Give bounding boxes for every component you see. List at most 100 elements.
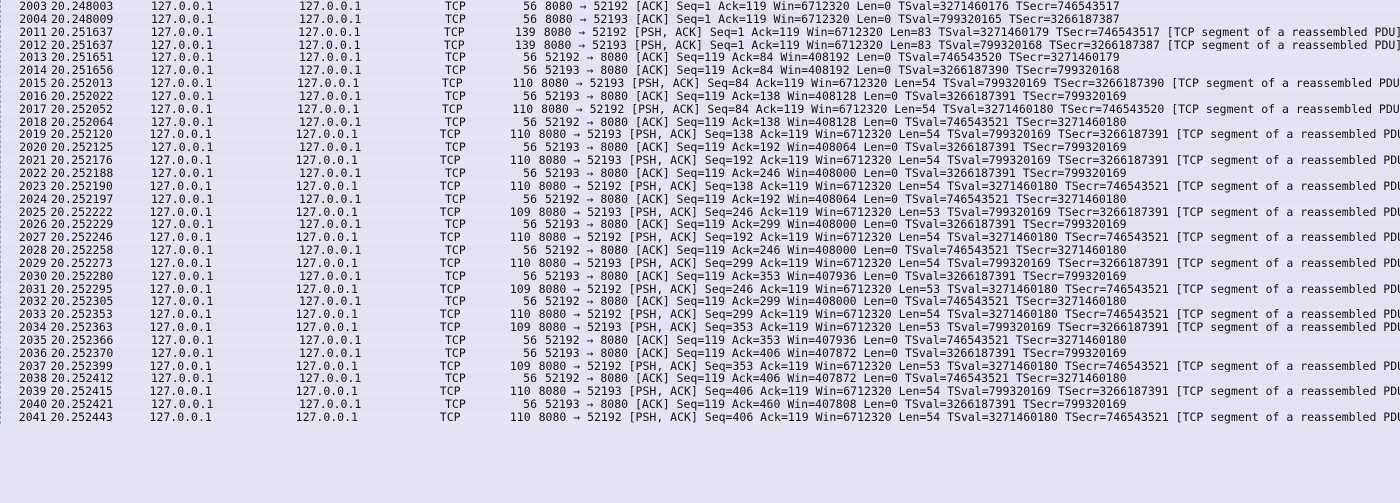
packet-info: 52192 → 8080 [ACK] Seq=119 Ack=84 Win=40…	[541, 51, 1400, 64]
table-row[interactable]: 200420.248009127.0.0.1127.0.0.1TCP568080…	[1, 13, 1400, 26]
table-row[interactable]: 200320.248003127.0.0.1127.0.0.1TCP568080…	[1, 0, 1400, 13]
packet-destination: 127.0.0.1	[299, 13, 445, 26]
packet-time: 20.252258	[51, 244, 127, 257]
packet-destination: 127.0.0.1	[299, 334, 445, 347]
packet-info: 52193 → 8080 [ACK] Seq=119 Ack=353 Win=4…	[541, 270, 1400, 283]
packet-time: 20.252443	[50, 411, 125, 424]
packet-info: 8080 → 52192 [PSH, ACK] Seq=84 Ack=119 W…	[537, 103, 1400, 116]
packet-protocol: TCP	[440, 321, 493, 334]
table-row[interactable]: 201720.252052127.0.0.1127.0.0.1TCP110808…	[1, 103, 1400, 116]
packet-source: 127.0.0.1	[127, 270, 299, 283]
packet-info: 8080 → 52193 [PSH, ACK] Seq=406 Ack=119 …	[535, 385, 1400, 398]
table-row[interactable]: 202420.252197127.0.0.1127.0.0.1TCP565219…	[1, 193, 1400, 206]
packet-source: 127.0.0.1	[127, 193, 299, 206]
packet-info: 8080 → 52193 [PSH, ACK] Seq=138 Ack=119 …	[535, 128, 1400, 141]
packet-length: 56	[499, 334, 541, 347]
table-row[interactable]: 203020.252280127.0.0.1127.0.0.1TCP565219…	[1, 270, 1400, 283]
packet-no: 2015	[5, 77, 51, 90]
packet-length: 110	[493, 411, 535, 424]
packet-no: 2034	[5, 321, 50, 334]
packet-destination: 127.0.0.1	[299, 90, 445, 103]
packet-protocol: TCP	[445, 270, 499, 283]
packet-no: 2036	[5, 347, 51, 360]
packet-info: 8080 → 52193 [PSH, ACK] Seq=299 Ack=119 …	[535, 257, 1400, 270]
packet-time: 20.252052	[51, 103, 126, 116]
packet-info: 8080 → 52192 [ACK] Seq=1 Ack=119 Win=671…	[541, 0, 1400, 13]
packet-source: 127.0.0.1	[126, 411, 296, 424]
packet-protocol: TCP	[444, 26, 498, 39]
packet-destination: 127.0.0.1	[296, 257, 440, 270]
packet-no: 2017	[5, 103, 51, 116]
packet-no: 2023	[5, 180, 50, 193]
packet-info: 8080 → 52193 [PSH, ACK] Seq=353 Ack=119 …	[535, 321, 1400, 334]
packet-info: 52193 → 8080 [ACK] Seq=119 Ack=406 Win=4…	[541, 347, 1400, 360]
packet-no: 2022	[5, 167, 51, 180]
packet-destination: 127.0.0.1	[296, 180, 440, 193]
packet-time: 20.248009	[51, 13, 127, 26]
packet-info: 8080 → 52192 [PSH, ACK] Seq=192 Ack=119 …	[535, 231, 1400, 244]
packet-info: 8080 → 52192 [PSH, ACK] Seq=246 Ack=119 …	[535, 283, 1400, 296]
packet-info: 8080 → 52192 [PSH, ACK] Seq=353 Ack=119 …	[535, 360, 1400, 373]
packet-destination: 127.0.0.1	[299, 167, 445, 180]
packet-destination: 127.0.0.1	[296, 321, 440, 334]
packet-destination: 127.0.0.1	[299, 193, 445, 206]
packet-info: 52192 → 8080 [ACK] Seq=119 Ack=192 Win=4…	[541, 193, 1400, 206]
packet-no: 2041	[5, 411, 50, 424]
packet-info: 8080 → 52193 [PSH, ACK] Seq=1 Ack=119 Wi…	[540, 39, 1400, 52]
table-row[interactable]: 203420.252363127.0.0.1127.0.0.1TCP109808…	[1, 321, 1400, 334]
packet-protocol: TCP	[440, 180, 493, 193]
packet-time: 20.248003	[51, 0, 127, 13]
packet-no: 2035	[5, 334, 51, 347]
packet-protocol: TCP	[445, 0, 499, 13]
packet-list[interactable]: 200320.248003127.0.0.1127.0.0.1TCP568080…	[0, 0, 1400, 424]
packet-length: 139	[498, 26, 540, 39]
packet-source: 127.0.0.1	[126, 257, 296, 270]
packet-no: 2029	[5, 257, 50, 270]
packet-length: 109	[493, 321, 535, 334]
packet-length: 56	[499, 270, 541, 283]
packet-time: 20.252366	[51, 334, 127, 347]
packet-time: 20.252013	[51, 77, 126, 90]
packet-length: 56	[499, 90, 541, 103]
packet-info: 8080 → 52192 [PSH, ACK] Seq=406 Ack=119 …	[535, 411, 1400, 424]
packet-protocol: TCP	[445, 167, 499, 180]
packet-protocol: TCP	[442, 77, 496, 90]
packet-info: 52193 → 8080 [ACK] Seq=119 Ack=192 Win=4…	[541, 141, 1400, 154]
packet-source: 127.0.0.1	[127, 347, 299, 360]
table-row[interactable]: 203620.252370127.0.0.1127.0.0.1TCP565219…	[1, 347, 1400, 360]
packet-time: 20.252190	[50, 180, 125, 193]
table-row[interactable]: 202820.252258127.0.0.1127.0.0.1TCP565219…	[1, 244, 1400, 257]
packet-protocol: TCP	[440, 411, 493, 424]
packet-time: 20.252363	[50, 321, 125, 334]
packet-protocol: TCP	[445, 334, 499, 347]
packet-destination: 127.0.0.1	[299, 270, 445, 283]
packet-length: 56	[499, 167, 541, 180]
packet-info: 52192 → 8080 [ACK] Seq=119 Ack=406 Win=4…	[541, 372, 1400, 385]
packet-protocol: TCP	[445, 90, 499, 103]
packet-info: 52192 → 8080 [ACK] Seq=119 Ack=138 Win=4…	[541, 116, 1400, 129]
table-row[interactable]: 201620.252022127.0.0.1127.0.0.1TCP565219…	[1, 90, 1400, 103]
table-row[interactable]: 201120.251637127.0.0.1127.0.0.1TCP139808…	[1, 26, 1400, 39]
packet-source: 127.0.0.1	[127, 90, 299, 103]
packet-no: 2003	[5, 0, 51, 13]
table-row[interactable]: 202920.252273127.0.0.1127.0.0.1TCP110808…	[1, 257, 1400, 270]
packet-length: 56	[499, 193, 541, 206]
packet-destination: 127.0.0.1	[299, 244, 445, 257]
packet-source: 127.0.0.1	[127, 244, 299, 257]
packet-length: 56	[499, 0, 541, 13]
packet-no: 2004	[5, 13, 51, 26]
table-row[interactable]: 201520.252013127.0.0.1127.0.0.1TCP110808…	[1, 77, 1400, 90]
packet-info: 8080 → 52192 [PSH, ACK] Seq=1 Ack=119 Wi…	[540, 26, 1400, 39]
packet-length: 110	[493, 257, 535, 270]
packet-length: 56	[499, 13, 541, 26]
table-row[interactable]: 202220.252188127.0.0.1127.0.0.1TCP565219…	[1, 167, 1400, 180]
packet-info: 8080 → 52192 [PSH, ACK] Seq=299 Ack=119 …	[535, 308, 1400, 321]
packet-time: 20.251637	[51, 26, 127, 39]
packet-no: 2028	[5, 244, 51, 257]
packet-source: 127.0.0.1	[127, 167, 299, 180]
table-row[interactable]: 202320.252190127.0.0.1127.0.0.1TCP110808…	[1, 180, 1400, 193]
table-row[interactable]: 203520.252366127.0.0.1127.0.0.1TCP565219…	[1, 334, 1400, 347]
packet-info: 52193 → 8080 [ACK] Seq=119 Ack=138 Win=4…	[541, 90, 1400, 103]
table-row[interactable]: 204120.252443127.0.0.1127.0.0.1TCP110808…	[1, 411, 1400, 424]
packet-source: 127.0.0.1	[126, 77, 297, 90]
